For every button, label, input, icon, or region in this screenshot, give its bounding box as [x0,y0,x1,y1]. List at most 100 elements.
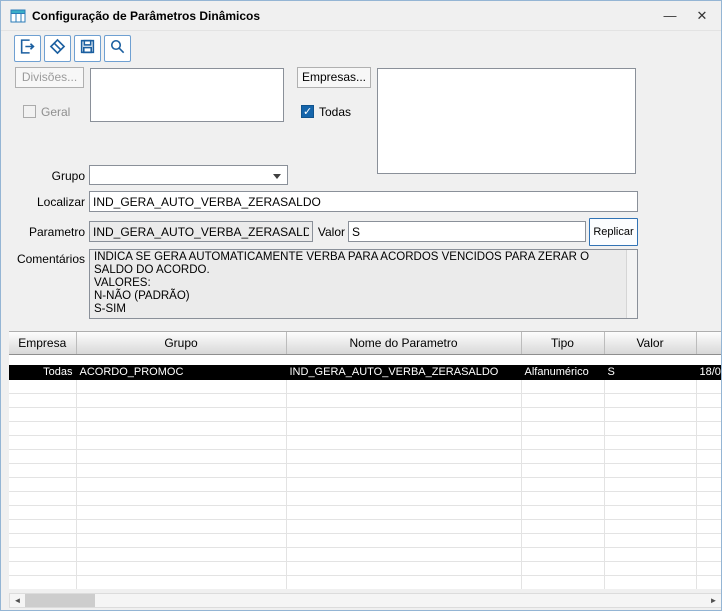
grid-cell [286,505,522,520]
grid-cell [286,407,522,422]
grid-cell [76,547,287,562]
scrollbar-thumb[interactable] [25,594,95,607]
geral-checkbox-label: Geral [41,105,71,119]
grid-cell [604,379,697,394]
grid-cell [9,533,77,548]
grid-cell [9,547,77,562]
comentarios-label: Comentários [16,252,85,266]
grid-cell [521,449,605,464]
todas-checkbox[interactable] [301,105,314,118]
grid-empty-row[interactable] [9,379,721,394]
column-header-empresa[interactable]: Empresa [9,332,77,355]
empresas-button[interactable]: Empresas... [297,67,371,88]
grid-selected-row[interactable]: Todas ACORDO_PROMOC IND_GERA_AUTO_VERBA_ZE… [9,365,721,380]
replicar-button[interactable]: Replicar [589,218,638,246]
grid-cell [521,477,605,492]
grid-empty-row[interactable] [9,435,721,450]
grid-empty-row[interactable] [9,393,721,408]
save-button[interactable] [74,35,101,62]
grid-cell [76,477,287,492]
search-button[interactable] [104,35,131,62]
valor-label: Valor [317,225,345,239]
grid-cell [76,463,287,478]
grid-empty-row[interactable] [9,491,721,506]
grid-empty-row[interactable] [9,463,721,478]
comentarios-field[interactable]: INDICA SE GERA AUTOMATICAMENTE VERBA PAR… [89,249,638,319]
column-header-nome-do-parametro[interactable]: Nome do Parametro [286,332,522,355]
localizar-input[interactable] [89,191,638,212]
grid-cell [521,561,605,576]
grid-cell: IND_GERA_AUTO_VERBA_ZERASALDO [286,365,522,380]
comentarios-scrollbar[interactable] [626,250,637,318]
grid-cell [286,463,522,478]
grid-empty-row[interactable] [9,519,721,534]
grid-cell [76,561,287,576]
grid-cell [9,505,77,520]
column-header-valor[interactable]: Valor [604,332,697,355]
column-header-tipo[interactable]: Tipo [521,332,605,355]
grid-empty-row[interactable] [9,533,721,548]
grid-empty-row[interactable] [9,421,721,436]
grid-cell: ACORDO_PROMOC [76,365,287,380]
grid-cell [9,435,77,450]
grid-cell [696,449,721,464]
grid-cell [286,561,522,576]
grid-cell [521,435,605,450]
grid-cell [604,407,697,422]
grid-cell [76,379,287,394]
titlebar: Configuração de Parâmetros Dinâmicos — ✕ [1,1,721,31]
divisoes-listbox[interactable] [90,68,284,122]
grid-cell [9,393,77,408]
grid-empty-row[interactable] [9,477,721,492]
valor-input[interactable] [348,221,586,242]
grid-cell [76,533,287,548]
grid-cell [696,407,721,422]
grid-cell [286,547,522,562]
exit-button[interactable] [14,35,41,62]
grid-cell [696,421,721,436]
grid-cell [9,519,77,534]
grid-cell [286,354,521,365]
grid-cell [9,379,77,394]
empresas-listbox[interactable] [377,68,636,174]
grid-empty-row[interactable] [9,547,721,562]
scroll-left-icon[interactable]: ◄ [10,594,25,607]
grid-cell [696,491,721,506]
grid-cell [696,435,721,450]
minimize-button[interactable]: — [653,1,687,31]
horizontal-scrollbar[interactable]: ◄ ► [9,593,721,608]
close-button[interactable]: ✕ [685,1,719,31]
dialog-window: Configuração de Parâmetros Dinâmicos — ✕ [0,0,722,611]
grid-cell [696,547,721,562]
divisoes-button[interactable]: Divisões... [15,67,84,88]
grid-empty-row[interactable] [9,354,721,365]
grid-cell [696,393,721,408]
grid-cell [76,491,287,506]
grupo-combobox[interactable] [89,165,288,185]
exit-icon [19,38,36,60]
grid-cell [604,393,697,408]
grid-empty-row[interactable] [9,575,721,589]
column-header-data[interactable] [696,332,721,355]
scroll-right-icon[interactable]: ► [706,594,721,607]
grid-cell [696,575,721,589]
grid-cell [76,505,287,520]
grid-cell [696,505,721,520]
clear-button[interactable] [44,35,71,62]
column-header-grupo[interactable]: Grupo [76,332,287,355]
geral-checkbox[interactable] [23,105,36,118]
grid-empty-row[interactable] [9,561,721,576]
grid-cell [76,393,287,408]
grid-cell [696,354,721,365]
grid-cell [696,519,721,534]
grid-cell [9,575,77,589]
grid-cell [696,463,721,478]
parameters-grid: Empresa Grupo Nome do Parametro Tipo Val… [9,331,721,589]
grid-empty-row[interactable] [9,407,721,422]
grid-cell [286,491,522,506]
grid-cell [604,505,697,520]
grid-empty-row[interactable] [9,449,721,464]
grid-cell [604,575,697,589]
parametro-input[interactable] [89,221,313,242]
grid-empty-row[interactable] [9,505,721,520]
